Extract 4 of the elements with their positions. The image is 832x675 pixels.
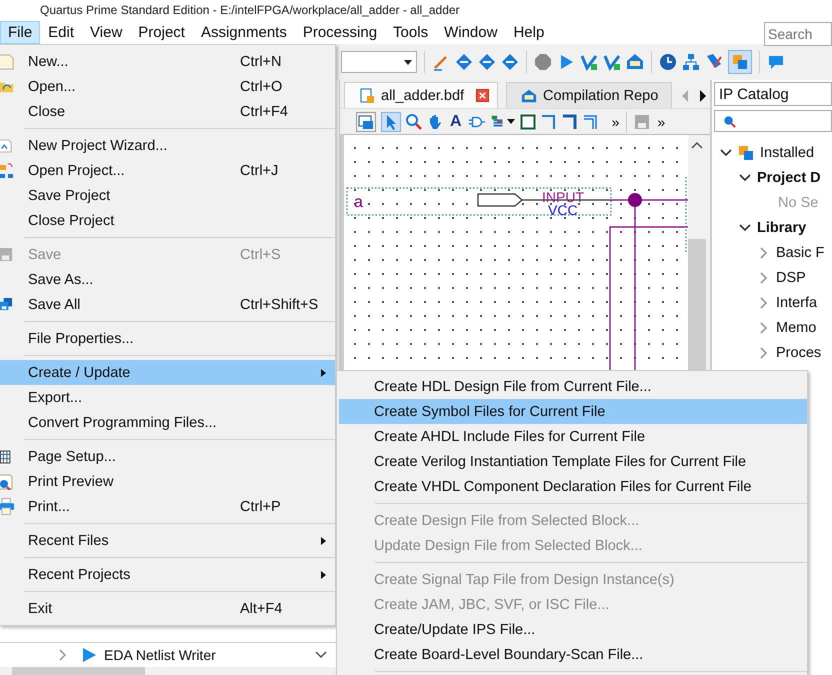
tree-item: No Se — [777, 194, 818, 210]
pin-name: a — [354, 194, 363, 211]
pin-default-label: VCC — [548, 202, 578, 218]
window-title: Quartus Prime Standard Edition - E:/intelFPGA/workplace/all_adder - all_adder — [40, 3, 460, 17]
